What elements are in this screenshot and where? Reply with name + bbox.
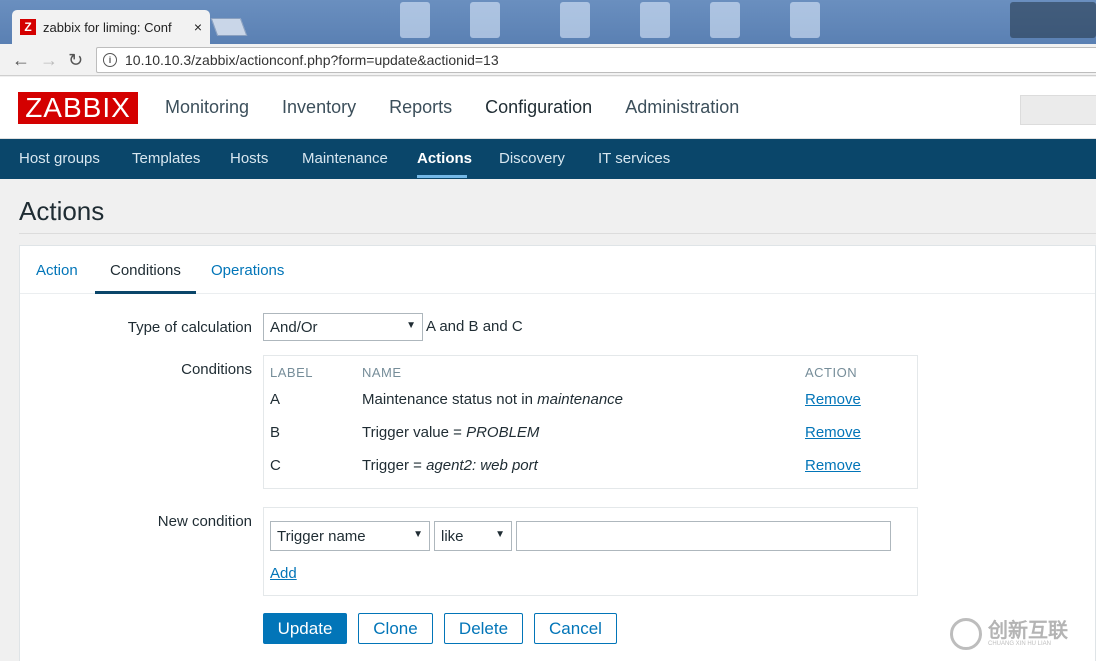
calc-formula: A and B and C (426, 318, 523, 335)
conditions-table: LABEL NAME ACTION A Maintenance status n… (263, 355, 918, 489)
forward-arrow-icon[interactable]: → (40, 50, 58, 71)
condition-type-select[interactable]: Trigger name ▼ (270, 521, 430, 551)
remove-condition-a-link[interactable]: Remove (805, 391, 861, 408)
desktop-icon (400, 2, 430, 38)
watermark-logo-icon (950, 617, 982, 650)
desktop-icon (790, 2, 820, 38)
tab-action[interactable]: Action (36, 262, 78, 279)
remove-condition-b-link[interactable]: Remove (805, 424, 861, 441)
calc-type-value: And/Or (270, 318, 318, 336)
zabbix-favicon-icon: Z (20, 19, 36, 35)
subnav-hosts[interactable]: Hosts (230, 150, 268, 167)
subnav-it-services[interactable]: IT services (598, 150, 670, 167)
reload-icon[interactable]: ↻ (68, 50, 83, 71)
update-button[interactable]: Update (263, 613, 347, 644)
sub-nav: Host groups Templates Hosts Maintenance … (0, 139, 1096, 179)
condition-label-b: B (270, 424, 281, 441)
add-condition-link[interactable]: Add (270, 565, 297, 582)
condition-value-input[interactable] (516, 521, 891, 551)
action-form-card: Action Conditions Operations Type of cal… (19, 245, 1096, 661)
calc-type-label: Type of calculation (127, 319, 252, 336)
subnav-actions[interactable]: Actions (417, 150, 472, 167)
condition-operator-select[interactable]: like ▼ (434, 521, 512, 551)
condition-name-a: Maintenance status not in maintenance (362, 391, 624, 408)
back-arrow-icon[interactable]: ← (12, 50, 30, 71)
subnav-host-groups[interactable]: Host groups (19, 150, 100, 167)
form-tabs: Action Conditions Operations (20, 246, 1095, 294)
condition-name-b: Trigger value = PROBLEM (362, 424, 540, 441)
condition-label-c: C (270, 457, 281, 474)
browser-tab-bar: Z zabbix for liming: Conf × (0, 0, 1096, 44)
dropdown-arrow-icon: ▼ (406, 320, 416, 331)
url-field[interactable]: i 10.10.10.3/zabbix/actionconf.php?form=… (96, 47, 1096, 73)
subnav-discovery[interactable]: Discovery (499, 150, 565, 167)
tab-conditions[interactable]: Conditions (110, 262, 181, 279)
page-title: Actions (19, 196, 105, 226)
desktop-icon (470, 2, 500, 38)
nav-administration[interactable]: Administration (625, 97, 739, 118)
dropdown-arrow-icon: ▼ (495, 529, 505, 540)
delete-button[interactable]: Delete (444, 613, 523, 644)
condition-type-value: Trigger name (277, 527, 366, 545)
nav-reports[interactable]: Reports (389, 97, 452, 118)
new-condition-box: Trigger name ▼ like ▼ Add (263, 507, 918, 596)
cancel-button[interactable]: Cancel (534, 613, 617, 644)
nav-monitoring[interactable]: Monitoring (165, 97, 249, 118)
calc-type-select[interactable]: And/Or ▼ (263, 313, 423, 341)
condition-label-a: A (270, 391, 281, 408)
dropdown-arrow-icon: ▼ (413, 529, 423, 540)
new-tab-button[interactable] (210, 18, 248, 36)
url-text: 10.10.10.3/zabbix/actionconf.php?form=up… (125, 52, 499, 68)
desktop-icon (640, 2, 670, 38)
clone-button[interactable]: Clone (358, 613, 433, 644)
browser-tab[interactable]: Z zabbix for liming: Conf × (12, 10, 210, 44)
info-icon[interactable]: i (103, 53, 117, 67)
condition-operator-value: like (441, 527, 464, 545)
remove-condition-c-link[interactable]: Remove (805, 457, 861, 474)
search-input[interactable] (1020, 95, 1096, 125)
tab-active-indicator (95, 291, 196, 294)
divider (19, 233, 1096, 234)
col-header-name: NAME (362, 365, 402, 380)
nav-configuration[interactable]: Configuration (485, 97, 592, 118)
nav-inventory[interactable]: Inventory (282, 97, 356, 118)
subnav-active-indicator (417, 175, 467, 178)
close-tab-icon[interactable]: × (194, 19, 202, 35)
conditions-label: Conditions (181, 361, 252, 378)
main-nav: Monitoring Inventory Reports Configurati… (165, 97, 772, 118)
new-condition-label: New condition (157, 513, 252, 530)
address-bar-row: ← → ↻ i 10.10.10.3/zabbix/actionconf.php… (0, 44, 1096, 76)
desktop-icon (560, 2, 590, 38)
watermark-text: 创新互联 (988, 619, 1068, 642)
subnav-templates[interactable]: Templates (132, 150, 200, 167)
zabbix-header: ZABBIX Monitoring Inventory Reports Conf… (0, 77, 1096, 139)
subnav-maintenance[interactable]: Maintenance (302, 150, 388, 167)
condition-name-c: Trigger = agent2: web port (362, 457, 538, 474)
col-header-label: LABEL (270, 365, 313, 380)
desktop-icon (710, 2, 740, 38)
desktop-icon (1010, 2, 1096, 38)
zabbix-logo[interactable]: ZABBIX (18, 92, 138, 124)
tab-operations[interactable]: Operations (211, 262, 284, 279)
col-header-action: ACTION (805, 365, 858, 380)
browser-tab-title: zabbix for liming: Conf (43, 19, 172, 35)
watermark: 创新互联 CHUANG XIN HU LIAN (950, 606, 1096, 661)
